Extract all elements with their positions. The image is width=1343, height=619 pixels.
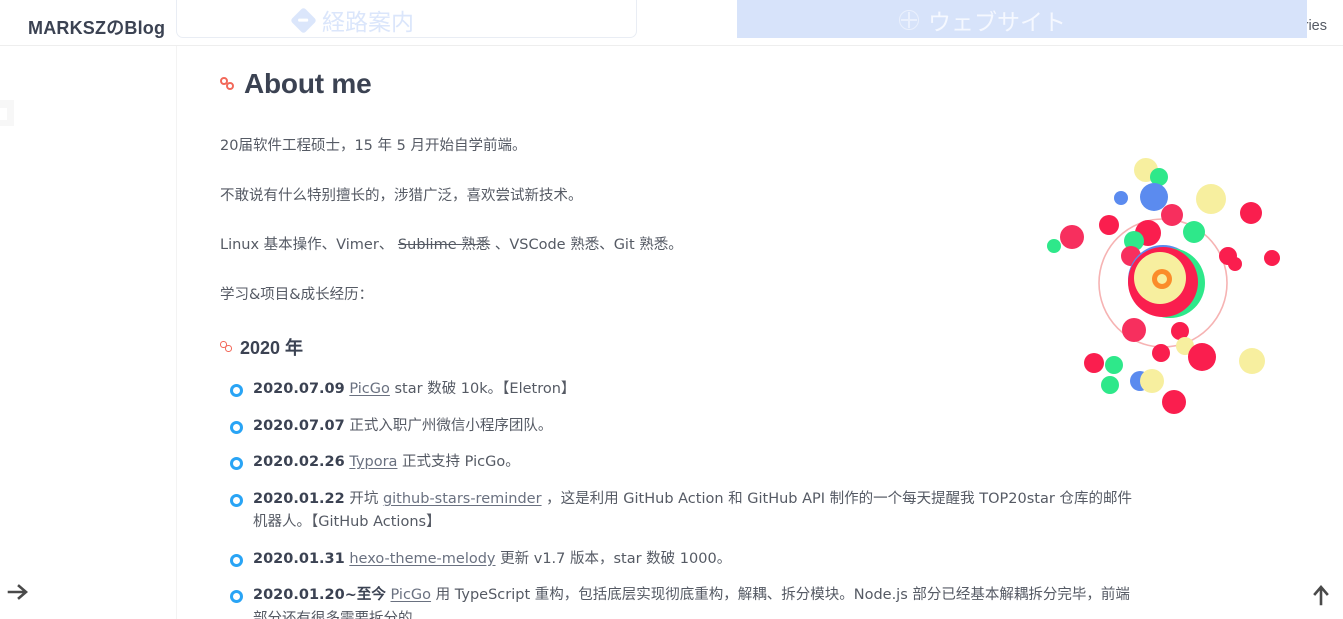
list-item: 2020.01.22 开坑 github-stars-reminder ，这是利… [220, 488, 1140, 535]
timeline-after: 正式支持 PicGo。 [397, 454, 520, 471]
timeline-link[interactable]: PicGo [349, 381, 390, 397]
search-icon [1013, 19, 1027, 33]
arrow-right-icon[interactable] [6, 579, 32, 605]
nav-item-archives[interactable]: Archives [1143, 18, 1199, 34]
timeline-link[interactable]: github-stars-reminder [383, 491, 542, 507]
timeline-before: 正式入职广州微信小程序团队。 [344, 417, 553, 434]
nav-item-tags[interactable]: Tags [1212, 18, 1243, 34]
timeline-after: star 数破 10k。【Eletron】 [389, 381, 576, 398]
site-brand[interactable]: MARKSZのBlog [28, 14, 165, 40]
site-header: MARKSZのBlog Search About Archives Tags C… [0, 0, 1343, 46]
left-edge-ghost-box [0, 100, 14, 126]
timeline-link[interactable]: hexo-theme-melody [349, 551, 495, 567]
timeline-date: 2020.07.07 [253, 417, 345, 434]
section-heading-2020: 2020 年 [220, 334, 1140, 360]
anchor-link-icon[interactable] [220, 77, 237, 91]
skills-paragraph: Linux 基本操作、Vimer、 Sublime 熟悉 、VSCode 熟悉、… [220, 234, 1140, 256]
skills-suffix: 、VSCode 熟悉、Git 熟悉。 [490, 237, 683, 254]
timeline-date: 2020.02.26 [253, 454, 345, 471]
page-root: MARKSZのBlog Search About Archives Tags C… [0, 0, 1343, 619]
intro-paragraph-3: 学习&项目&成长经历： [220, 286, 374, 303]
nav-item-search[interactable]: Search [1013, 18, 1077, 34]
timeline-link[interactable]: PicGo [391, 587, 432, 603]
timeline-after: 更新 v1.7 版本，star 数破 1000。 [495, 550, 732, 567]
list-item: 2020.07.07 正式入职广州微信小程序团队。 [220, 415, 1140, 438]
nav-label-search: Search [1030, 18, 1077, 34]
timeline-date: 2020.07.09 [253, 381, 345, 398]
page-title: About me [220, 66, 1140, 102]
timeline-date: 2020.01.20~至今 [253, 587, 386, 604]
section-heading-text: 2020 年 [240, 338, 304, 359]
list-item: 2020.01.31 hexo-theme-melody 更新 v1.7 版本，… [220, 548, 1140, 571]
article-body: About me 20届软件工程硕士，15 年 5 月开始自学前端。 不敢说有什… [220, 66, 1140, 619]
content-left-divider [176, 46, 177, 619]
list-item: 2020.02.26 Typora 正式支持 PicGo。 [220, 451, 1140, 474]
anchor-link-icon[interactable] [220, 341, 234, 353]
nav-item-categories[interactable]: Categories [1257, 18, 1327, 34]
list-item: 2020.07.09 PicGo star 数破 10k。【Eletron】 [220, 378, 1140, 401]
timeline-date: 2020.01.31 [253, 550, 345, 567]
skills-struck-item: Sublime 熟悉 [397, 237, 491, 254]
intro-paragraph-2: 不敢说有什么特别擅长的，涉猎广泛，喜欢尝试新技术。 [220, 187, 583, 204]
nav-item-about[interactable]: About [1091, 18, 1129, 34]
scroll-to-top-icon[interactable] [1309, 583, 1333, 607]
skills-prefix: Linux 基本操作、Vimer、 [220, 237, 398, 254]
page-title-text: About me [244, 68, 372, 99]
timeline-list: 2020.07.09 PicGo star 数破 10k。【Eletron】 2… [220, 378, 1140, 619]
timeline-link[interactable]: Typora [349, 454, 397, 470]
timeline-before: 开坑 [344, 490, 383, 507]
timeline-date: 2020.01.22 [253, 490, 345, 507]
main-navigation: Search About Archives Tags Categories [1013, 18, 1327, 34]
intro-paragraph-1: 20届软件工程硕士，15 年 5 月开始自学前端。 [220, 138, 527, 155]
list-item: 2020.01.20~至今 PicGo 用 TypeScript 重构，包括底层… [220, 584, 1140, 619]
